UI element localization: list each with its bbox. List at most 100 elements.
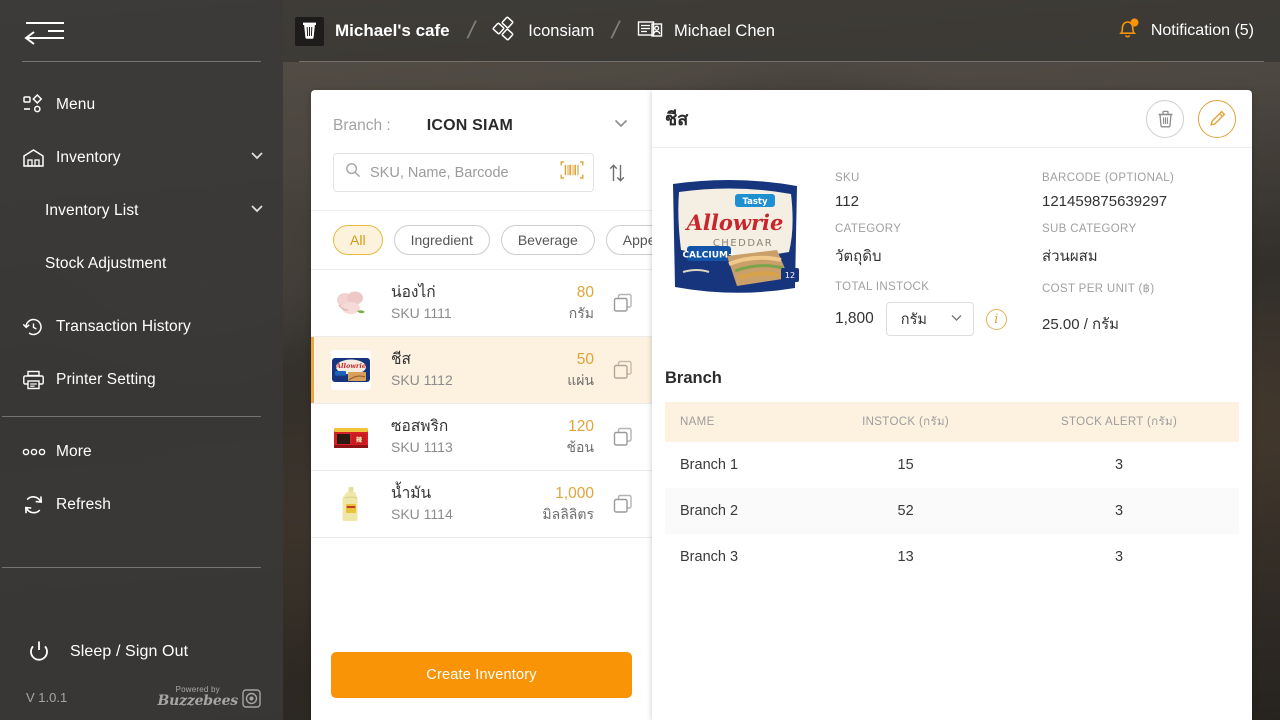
edit-button[interactable] <box>1198 99 1236 138</box>
breadcrumb-user[interactable]: Michael Chen <box>637 18 775 45</box>
field-category: CATEGORY วัตถุดิบ <box>835 223 1032 281</box>
barcode-scan-icon[interactable] <box>560 160 584 185</box>
table-row[interactable]: Allowrie ชีส SKU 1112 50 แผ่น <box>311 336 652 403</box>
branch-section: Branch NAME INSTOCK (กรัม) STOCK ALERT (… <box>652 349 1252 580</box>
row-quantity: 80 กรัม <box>569 283 594 323</box>
detail-body: Tasty Allowrie CHEDDAR CALCIUM+ 12 SKU 1… <box>652 148 1252 349</box>
field-label: CATEGORY <box>835 223 902 235</box>
copy-icon[interactable] <box>612 292 634 314</box>
sort-updown-icon[interactable] <box>604 158 630 188</box>
row-text: น่องไก่ SKU 1111 <box>391 283 569 323</box>
item-unit: แผ่น <box>567 372 594 389</box>
sidebar-item-inventory-list[interactable]: Inventory List <box>0 184 283 237</box>
field-label: TOTAL INSTOCK <box>835 281 930 293</box>
info-icon[interactable]: i <box>985 308 1007 330</box>
svg-text:Allowrie: Allowrie <box>685 210 784 235</box>
item-sku: SKU 1114 <box>391 506 453 523</box>
sidebar-item-label: Transaction History <box>56 317 191 335</box>
chip-appetizer[interactable]: Appetizer <box>605 225 652 255</box>
copy-icon[interactable] <box>612 359 634 381</box>
field-label: SUB CATEGORY <box>1042 223 1137 235</box>
unit-select[interactable]: กรัม <box>885 302 974 336</box>
item-name: ชีส <box>391 351 411 369</box>
sidebar: Menu Inventory Inventory List Stock Adju… <box>0 0 283 720</box>
cell-instock: 52 <box>812 488 1000 534</box>
instock-row: 1,800 กรัม i <box>835 302 1032 336</box>
detail-header-actions <box>1146 99 1236 138</box>
copy-icon[interactable] <box>612 493 634 515</box>
instock-value: 1,800 <box>835 310 874 327</box>
field-sku: SKU 112 <box>835 172 1032 223</box>
search-input[interactable] <box>370 164 560 181</box>
id-card-icon <box>637 18 663 45</box>
chicken-drumstick-photo <box>331 283 371 323</box>
ellipsis-icon <box>22 447 56 457</box>
breadcrumb-branch[interactable]: Iconsiam <box>492 16 594 46</box>
create-inventory-button[interactable]: Create Inventory <box>331 652 632 698</box>
sidebar-version-row: V 1.0.1 Powered by Buzzebees <box>0 680 283 720</box>
sidebar-item-printer-setting[interactable]: Printer Setting <box>0 353 283 406</box>
branch-selector[interactable]: Branch : ICON SIAM <box>311 90 652 143</box>
sidebar-item-stock-adjustment[interactable]: Stock Adjustment <box>0 237 283 290</box>
table-row: Branch 3 13 3 <box>665 534 1239 580</box>
sidebar-item-refresh[interactable]: Refresh <box>0 478 283 531</box>
svg-text:辣: 辣 <box>356 436 363 444</box>
table-row[interactable]: น้ำมัน SKU 1114 1,000 มิลลิลิตร <box>311 470 652 537</box>
column-header-name: NAME <box>665 402 813 442</box>
row-text: ซอสพริก SKU 1113 <box>391 417 567 457</box>
notification-button[interactable]: Notification (5) <box>1116 17 1254 45</box>
sidebar-item-transaction-history[interactable]: Transaction History <box>0 300 283 353</box>
table-row[interactable]: 辣 ซอสพริก SKU 1113 120 ช้อน <box>311 403 652 470</box>
row-quantity: 50 แผ่น <box>567 350 594 390</box>
sidebar-item-menu[interactable]: Menu <box>0 78 283 131</box>
item-name: น้ำมัน <box>391 485 432 503</box>
breadcrumb-branch-label: Iconsiam <box>528 21 595 40</box>
chip-ingredient[interactable]: Ingredient <box>393 225 490 255</box>
search-box[interactable] <box>333 153 594 192</box>
table-header-row: NAME INSTOCK (กรัม) STOCK ALERT (กรัม) <box>665 402 1239 442</box>
item-unit: กรัม <box>568 305 594 322</box>
cell-stock-alert: 3 <box>999 488 1239 534</box>
sidebar-items: Menu Inventory Inventory List Stock Adju… <box>0 62 283 531</box>
sidebar-item-inventory[interactable]: Inventory <box>0 131 283 184</box>
cell-branch-name: Branch 3 <box>680 549 739 565</box>
svg-text:12: 12 <box>785 271 795 280</box>
svg-text:Tasty: Tasty <box>742 197 768 207</box>
category-filter-chips: All Ingredient Beverage Appetizer <box>311 210 652 269</box>
field-value: วัตถุดิบ <box>835 248 882 265</box>
copy-icon[interactable] <box>612 426 634 448</box>
delete-button[interactable] <box>1146 99 1184 138</box>
item-qty: 1,000 <box>555 485 594 503</box>
item-qty: 50 <box>576 351 594 369</box>
chevron-down-icon[interactable] <box>249 147 265 168</box>
field-label: BARCODE (OPTIONAL) <box>1042 172 1175 184</box>
cell-stock-alert: 3 <box>1115 549 1124 565</box>
breadcrumb-separator-2: / <box>609 17 622 44</box>
chevron-down-icon[interactable] <box>612 114 630 137</box>
sidebar-item-more[interactable]: More <box>0 425 283 478</box>
field-barcode: BARCODE (OPTIONAL) 121459875639297 <box>1042 172 1239 223</box>
field-value: ส่วนผสม <box>1042 248 1098 265</box>
sidebar-item-sleep-signout[interactable]: Sleep / Sign Out <box>0 624 283 680</box>
breadcrumb-shop[interactable]: Michael's cafe <box>295 16 450 46</box>
table-row[interactable]: น่องไก่ SKU 1111 80 กรัม <box>311 269 652 336</box>
bell-icon <box>1116 17 1140 45</box>
item-qty: 80 <box>576 284 594 302</box>
column-header-instock: INSTOCK (กรัม) <box>812 402 1000 442</box>
chip-beverage[interactable]: Beverage <box>500 225 595 255</box>
sidebar-item-label: Stock Adjustment <box>45 254 167 272</box>
history-icon <box>22 316 56 338</box>
chip-all[interactable]: All <box>333 225 383 255</box>
search-icon <box>345 162 361 183</box>
chevron-down-icon[interactable] <box>249 200 265 221</box>
branch-label: Branch : <box>333 116 391 134</box>
field-value: 25.00 / กรัม <box>1042 316 1120 333</box>
collapse-sidebar-icon[interactable] <box>22 14 70 50</box>
inventory-rows: น่องไก่ SKU 1111 80 กรัม Allowrie ชีส SK… <box>311 269 652 640</box>
cheese-pack-photo: Allowrie <box>331 350 371 390</box>
breadcrumb: Michael's cafe / Iconsiam / Michael Chen <box>283 16 775 46</box>
create-inventory-wrap: Create Inventory <box>311 640 652 720</box>
cell-stock-alert: 3 <box>1115 457 1124 473</box>
row-text: น้ำมัน SKU 1114 <box>391 484 542 524</box>
sidebar-item-label: Inventory <box>56 148 121 166</box>
